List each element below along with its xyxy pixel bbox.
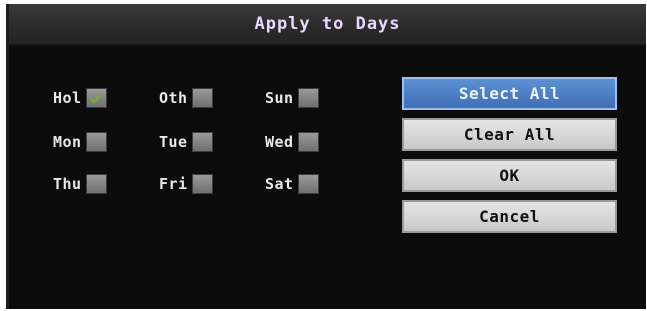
checkbox-wed[interactable] [297, 132, 319, 152]
day-option-sun[interactable]: Sun [265, 88, 319, 108]
day-label-hol: Hol [53, 89, 82, 107]
day-label-wed: Wed [265, 133, 294, 151]
title-bar: Apply to Days [9, 4, 646, 46]
checkbox-tue[interactable] [191, 132, 213, 152]
day-option-sat[interactable]: Sat [265, 174, 319, 194]
clear-all-button[interactable]: Clear All [402, 118, 617, 151]
day-option-oth[interactable]: Oth [159, 88, 213, 108]
day-option-fri[interactable]: Fri [159, 174, 213, 194]
dialog-title: Apply to Days [254, 14, 401, 34]
checkbox-mon[interactable] [85, 132, 107, 152]
day-label-tue: Tue [159, 133, 188, 151]
day-option-wed[interactable]: Wed [265, 132, 319, 152]
day-option-hol[interactable]: Hol [53, 88, 107, 108]
day-option-thu[interactable]: Thu [53, 174, 107, 194]
select-all-button[interactable]: Select All [402, 77, 617, 110]
day-label-oth: Oth [159, 89, 188, 107]
checkbox-oth[interactable] [191, 88, 213, 108]
day-label-mon: Mon [53, 133, 82, 151]
cancel-button[interactable]: Cancel [402, 200, 617, 233]
day-label-sat: Sat [265, 175, 294, 193]
checkbox-sat[interactable] [297, 174, 319, 194]
checkbox-hol[interactable] [85, 88, 107, 108]
day-label-fri: Fri [159, 175, 188, 193]
checkmark-icon [89, 92, 104, 104]
checkbox-sun[interactable] [297, 88, 319, 108]
apply-to-days-dialog: Apply to Days Hol Oth Sun Mon Tue Wed Th… [6, 4, 646, 309]
day-label-thu: Thu [53, 175, 82, 193]
day-label-sun: Sun [265, 89, 294, 107]
checkbox-thu[interactable] [85, 174, 107, 194]
day-option-tue[interactable]: Tue [159, 132, 213, 152]
checkbox-fri[interactable] [191, 174, 213, 194]
ok-button[interactable]: OK [402, 159, 617, 192]
day-option-mon[interactable]: Mon [53, 132, 107, 152]
